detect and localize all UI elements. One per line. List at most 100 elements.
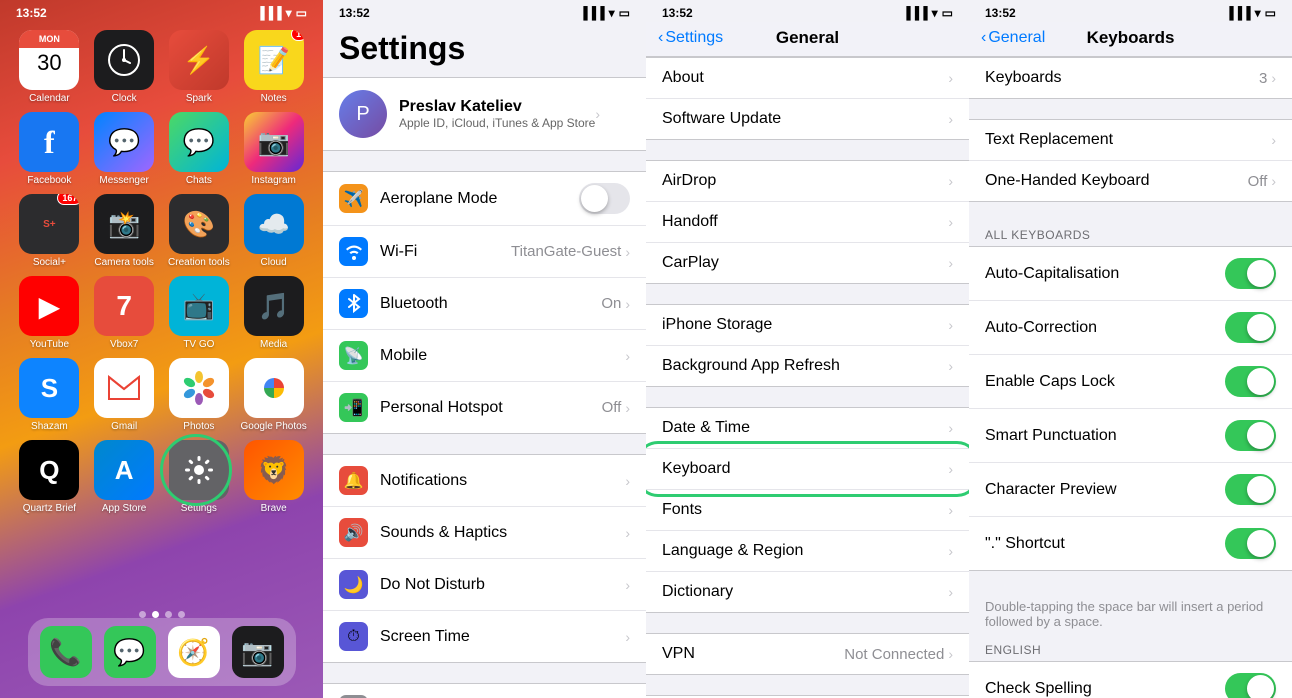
- keyboards-signal: ▐▐▐: [1225, 6, 1251, 20]
- text-replacement-row[interactable]: Text Replacement ›: [969, 120, 1292, 161]
- aeroplane-label: Aeroplane Mode: [380, 190, 579, 208]
- general-section-2: AirDrop › Handoff › CarPlay ›: [646, 160, 969, 284]
- char-preview-row[interactable]: Character Preview: [969, 463, 1292, 517]
- app-gphotos[interactable]: Google Photos: [240, 358, 307, 432]
- app-vbox7[interactable]: 7 Vbox7: [91, 276, 158, 350]
- general-row-iphone-storage[interactable]: iPhone Storage ›: [646, 305, 969, 346]
- check-spelling-toggle[interactable]: [1225, 673, 1276, 698]
- aeroplane-icon: ✈️: [339, 184, 368, 213]
- app-photos[interactable]: Photos: [166, 358, 233, 432]
- general-row-bg-refresh[interactable]: Background App Refresh ›: [646, 346, 969, 386]
- char-preview-knob: [1247, 476, 1274, 503]
- dnd-row-icon: 🌙: [339, 570, 368, 599]
- app-cloud[interactable]: ☁️ Cloud: [240, 194, 307, 268]
- dnd-label: Do Not Disturb: [380, 576, 625, 594]
- caps-lock-knob: [1247, 368, 1274, 395]
- app-calendar[interactable]: MON 30 Calendar: [16, 30, 83, 104]
- settings-row-general[interactable]: General ›: [323, 684, 646, 698]
- enable-caps-row[interactable]: Enable Caps Lock: [969, 355, 1292, 409]
- auto-correct-row[interactable]: Auto-Correction: [969, 301, 1292, 355]
- auto-cap-toggle[interactable]: [1225, 258, 1276, 289]
- screentime-chevron: ›: [625, 629, 630, 645]
- general-scroll[interactable]: About › Software Update › AirDrop › Hand…: [646, 57, 969, 698]
- char-preview-toggle[interactable]: [1225, 474, 1276, 505]
- signal-icon: ▐▐▐: [256, 6, 282, 20]
- check-spelling-row[interactable]: Check Spelling: [969, 662, 1292, 698]
- general-row-keyboard[interactable]: Keyboard ›: [646, 449, 969, 490]
- general-back-button[interactable]: ‹ Settings: [658, 29, 723, 47]
- dock-phone[interactable]: 📞: [40, 626, 92, 678]
- mobile-row-icon: 📡: [339, 341, 368, 370]
- app-tvgo[interactable]: 📺 TV GO: [166, 276, 233, 350]
- app-settings[interactable]: Settings: [166, 440, 233, 514]
- software-chevron: ›: [948, 111, 953, 127]
- app-appstore[interactable]: A App Store: [91, 440, 158, 514]
- app-spark[interactable]: ⚡ Spark: [166, 30, 233, 104]
- keyboards-scroll[interactable]: Keyboards 3 › Text Replacement › One-Han…: [969, 57, 1292, 698]
- settings-row-hotspot[interactable]: 📲 Personal Hotspot Off ›: [323, 382, 646, 433]
- settings-row-dnd[interactable]: 🌙 Do Not Disturb ›: [323, 559, 646, 611]
- general-row-about[interactable]: About ›: [646, 58, 969, 99]
- general-row-fonts[interactable]: Fonts ›: [646, 490, 969, 531]
- settings-scroll[interactable]: P Preslav Kateliev Apple ID, iCloud, iTu…: [323, 77, 646, 698]
- app-youtube[interactable]: ▶ YouTube: [16, 276, 83, 350]
- app-chats-label: Chats: [186, 175, 212, 186]
- period-shortcut-toggle[interactable]: [1225, 528, 1276, 559]
- wifi-value: TitanGate-Guest: [511, 243, 621, 260]
- one-handed-value: Off: [1248, 173, 1268, 190]
- dock-messages[interactable]: 💬: [104, 626, 156, 678]
- settings-wifi: ▾: [609, 6, 615, 20]
- one-handed-keyboard-row[interactable]: One-Handed Keyboard Off ›: [969, 161, 1292, 201]
- check-spelling-knob: [1247, 675, 1274, 698]
- caps-lock-toggle[interactable]: [1225, 366, 1276, 397]
- app-messenger[interactable]: 💬 Messenger: [91, 112, 158, 186]
- app-notes[interactable]: 📝 1 Notes: [240, 30, 307, 104]
- app-instagram[interactable]: 📷 Instagram: [240, 112, 307, 186]
- general-row-language[interactable]: Language & Region ›: [646, 531, 969, 572]
- app-chats[interactable]: 💬 Chats: [166, 112, 233, 186]
- settings-row-notifications[interactable]: 🔔 Notifications ›: [323, 455, 646, 507]
- app-camera-tools[interactable]: 📸 Camera tools: [91, 194, 158, 268]
- keyboards-back-button[interactable]: ‹ General: [981, 29, 1045, 47]
- auto-cap-row[interactable]: Auto-Capitalisation: [969, 247, 1292, 301]
- general-wifi: ▾: [932, 6, 938, 20]
- settings-row-bluetooth[interactable]: Bluetooth On ›: [323, 278, 646, 330]
- smart-punctuation-row[interactable]: Smart Punctuation: [969, 409, 1292, 463]
- app-facebook[interactable]: f Facebook: [16, 112, 83, 186]
- settings-profile[interactable]: P Preslav Kateliev Apple ID, iCloud, iTu…: [323, 77, 646, 151]
- settings-row-screentime[interactable]: ⏱ Screen Time ›: [323, 611, 646, 662]
- general-row-handoff[interactable]: Handoff ›: [646, 202, 969, 243]
- general-row-carplay[interactable]: CarPlay ›: [646, 243, 969, 283]
- hotspot-row-icon: 📲: [339, 393, 368, 422]
- period-shortcut-row[interactable]: "." Shortcut: [969, 517, 1292, 570]
- general-row-software[interactable]: Software Update ›: [646, 99, 969, 139]
- app-creation-tools[interactable]: 🎨 Creation tools: [166, 194, 233, 268]
- english-header: ENGLISH: [969, 637, 1292, 661]
- general-section-1: About › Software Update ›: [646, 57, 969, 140]
- app-quartz[interactable]: Q Quartz Brief: [16, 440, 83, 514]
- app-shazam[interactable]: S Shazam: [16, 358, 83, 432]
- keyboards-count-chevron: ›: [1271, 70, 1276, 86]
- dock-safari[interactable]: 🧭: [168, 626, 220, 678]
- general-row-dictionary[interactable]: Dictionary ›: [646, 572, 969, 612]
- auto-correct-toggle[interactable]: [1225, 312, 1276, 343]
- social-badge: 167: [57, 194, 79, 205]
- general-row-airdrop[interactable]: AirDrop ›: [646, 161, 969, 202]
- app-brave[interactable]: 🦁 Brave: [240, 440, 307, 514]
- general-row-vpn[interactable]: VPN Not Connected ›: [646, 634, 969, 674]
- app-gmail[interactable]: Gmail: [91, 358, 158, 432]
- general-row-datetime[interactable]: Date & Time ›: [646, 408, 969, 449]
- dock-camera[interactable]: 📷: [232, 626, 284, 678]
- app-spark-label: Spark: [186, 93, 212, 104]
- app-media[interactable]: 🎵 Media: [240, 276, 307, 350]
- app-social[interactable]: S+ 167 Social+: [16, 194, 83, 268]
- app-clock[interactable]: Clock: [91, 30, 158, 104]
- settings-row-sounds[interactable]: 🔊 Sounds & Haptics ›: [323, 507, 646, 559]
- keyboards-count-row[interactable]: Keyboards 3 ›: [969, 58, 1292, 98]
- profile-chevron: ›: [595, 106, 600, 122]
- smart-punct-toggle[interactable]: [1225, 420, 1276, 451]
- aeroplane-toggle[interactable]: [579, 183, 630, 214]
- settings-row-mobile[interactable]: 📡 Mobile ›: [323, 330, 646, 382]
- settings-row-wifi[interactable]: Wi-Fi TitanGate-Guest ›: [323, 226, 646, 278]
- settings-row-aeroplane[interactable]: ✈️ Aeroplane Mode: [323, 172, 646, 226]
